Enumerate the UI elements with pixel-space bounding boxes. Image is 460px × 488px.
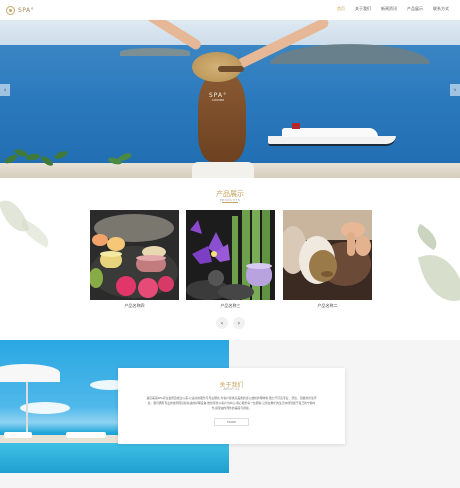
nav-item-contact[interactable]: 联系方式 (428, 5, 454, 13)
products-next-button[interactable]: › (233, 317, 245, 329)
main-nav: 首页 关于我们 新闻资讯 产品展示 联系方式 (332, 5, 454, 13)
hero-banner: SPA° GOODSPA ‹ › (0, 20, 460, 178)
decorative-leaf-right-2 (417, 248, 460, 308)
about-description: 遇见美丽SPA养生会所自成立以来,以良好的服务与专业理念,为客户提供高品质的身心… (146, 396, 317, 410)
logo-icon (6, 5, 15, 15)
nav-item-news[interactable]: 新闻资讯 (376, 5, 402, 13)
nav-item-products[interactable]: 产品展示 (402, 5, 428, 13)
site-header: SPA° 首页 关于我们 新闻资讯 产品展示 联系方式 (0, 0, 460, 20)
product-card-2[interactable] (186, 210, 275, 300)
hero-brand-watermark: SPA° GOODSPA (206, 92, 230, 102)
hero-next-arrow-icon[interactable]: › (450, 84, 460, 96)
about-more-button[interactable]: MORE (214, 418, 249, 426)
nav-item-home[interactable]: 首页 (332, 5, 350, 13)
product-card-3[interactable] (283, 210, 372, 300)
decorative-leaf-right (412, 223, 442, 251)
hero-brand-sub: GOODSPA (211, 99, 225, 102)
about-card: 关于我们 ABOUT US 遇见美丽SPA养生会所自成立以来,以良好的服务与专业… (118, 368, 345, 444)
logo[interactable]: SPA° (6, 3, 46, 17)
logo-text: SPA° (18, 6, 35, 14)
product-label-3[interactable]: 产品名称二 (283, 303, 372, 309)
product-label-1[interactable]: 产品名称四 (90, 303, 179, 309)
product-card-1[interactable] (90, 210, 179, 300)
nav-item-about[interactable]: 关于我们 (350, 5, 376, 13)
cruise-ship-image (268, 123, 396, 148)
product-image-2 (186, 210, 275, 300)
product-image-1 (90, 210, 179, 300)
hero-woman-image (119, 20, 331, 178)
product-image-3 (283, 210, 372, 300)
about-subtitle: ABOUT US (223, 388, 240, 391)
products-prev-button[interactable]: ‹ (216, 317, 228, 329)
hero-plants (0, 138, 133, 168)
hero-prev-arrow-icon[interactable]: ‹ (0, 84, 10, 96)
product-label-2[interactable]: 产品名称三 (186, 303, 275, 309)
decorative-leaf-left-2 (16, 218, 54, 248)
products-title-underline (222, 202, 238, 203)
hero-brand-text: SPA° (208, 92, 228, 99)
